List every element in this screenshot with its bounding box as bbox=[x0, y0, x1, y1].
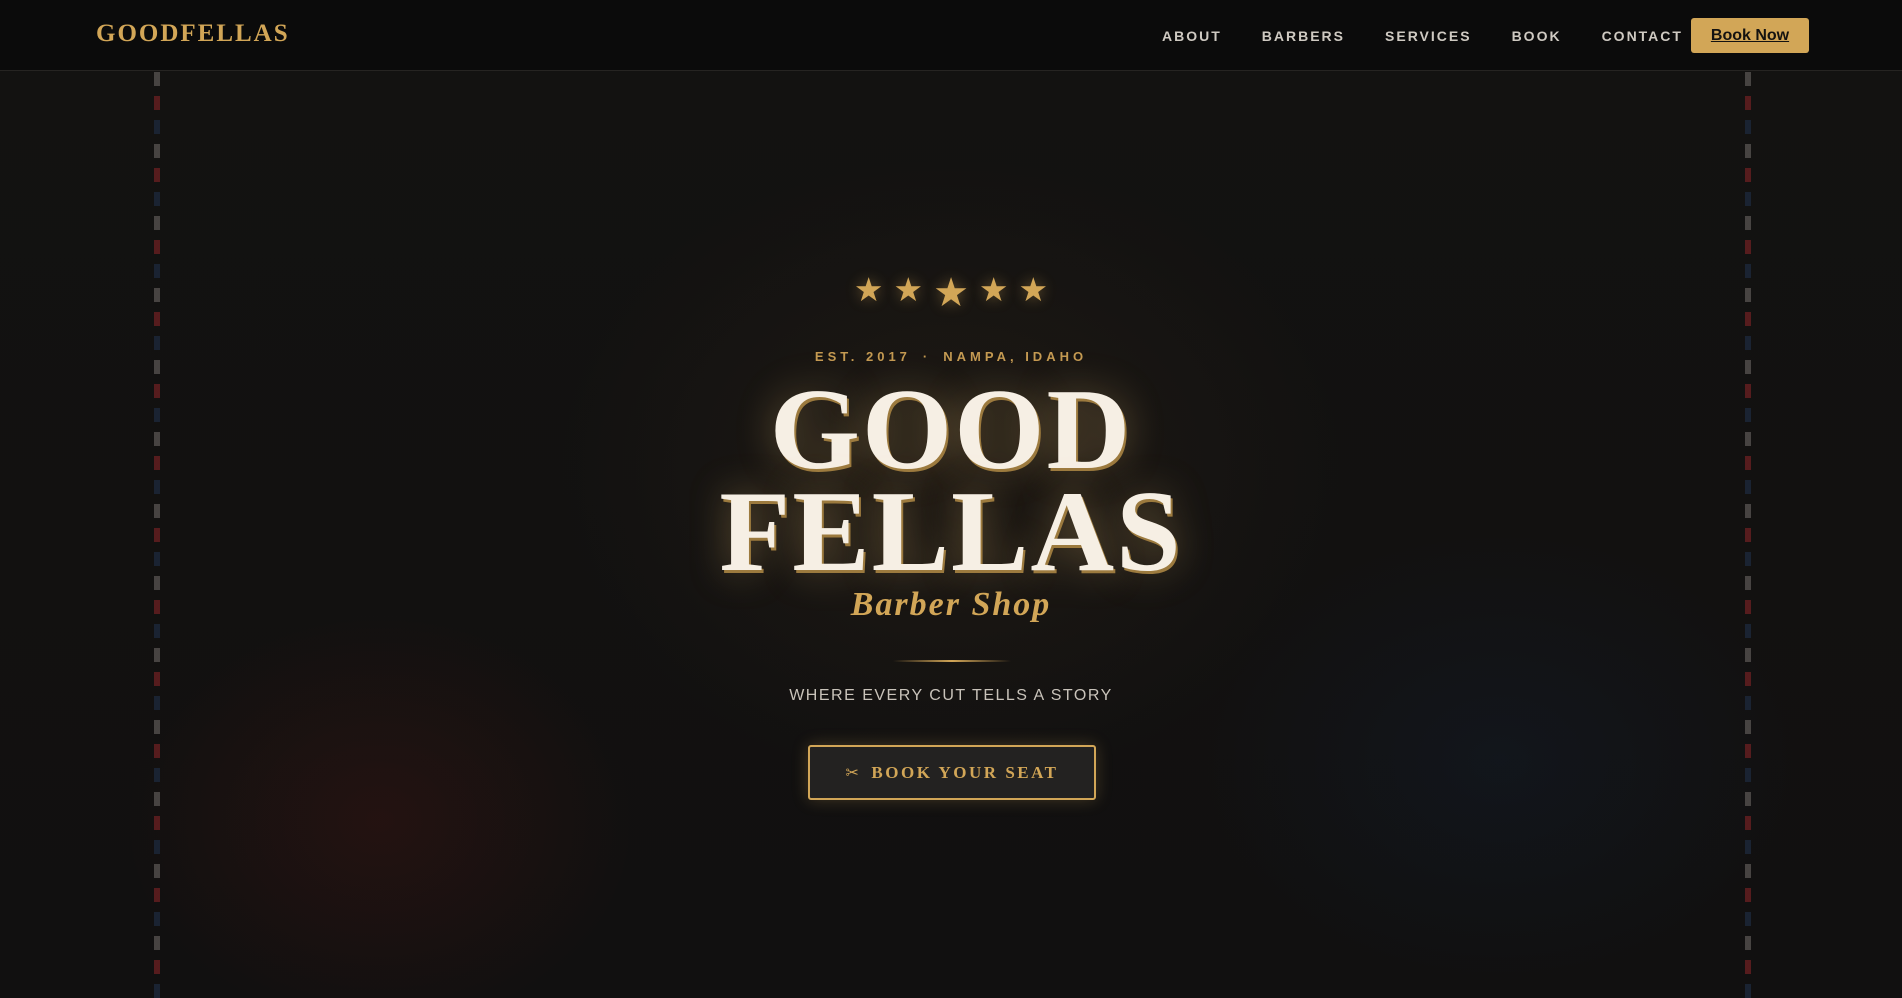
star-icon: ★ bbox=[1018, 269, 1049, 309]
book-your-seat-button[interactable]: ✂ BOOK YOUR SEAT bbox=[808, 745, 1096, 800]
star-icon: ★ bbox=[853, 269, 884, 309]
gold-divider bbox=[893, 660, 1011, 662]
separator-dot: · bbox=[922, 349, 932, 364]
rating-stars: ★ ★ ★ ★ ★ bbox=[0, 266, 1902, 317]
hero-title-line-2: FELLAS bbox=[719, 468, 1183, 596]
star-icon: ★ bbox=[978, 269, 1009, 309]
established-location: EST. 2017 · NAMPA, IDAHO bbox=[0, 349, 1902, 364]
hero-subtitle: Barber Shop bbox=[850, 586, 1052, 623]
scissors-icon: ✂ bbox=[845, 763, 862, 782]
page: GOODFELLAS ABOUT BARBERS SERVICES BOOK C… bbox=[0, 0, 1902, 998]
star-icon: ★ bbox=[933, 270, 969, 316]
established-text: EST. 2017 bbox=[814, 349, 911, 364]
hero-tagline: WHERE EVERY CUT TELLS A STORY bbox=[789, 687, 1113, 704]
hero-section: ★ ★ ★ ★ ★ EST. 2017 · NAMPA, IDAHO GOOD FELLAS… bbox=[0, 0, 1902, 998]
star-icon: ★ bbox=[893, 269, 924, 309]
book-your-seat-label: BOOK YOUR SEAT bbox=[871, 762, 1059, 782]
location-text: NAMPA, IDAHO bbox=[943, 349, 1088, 364]
